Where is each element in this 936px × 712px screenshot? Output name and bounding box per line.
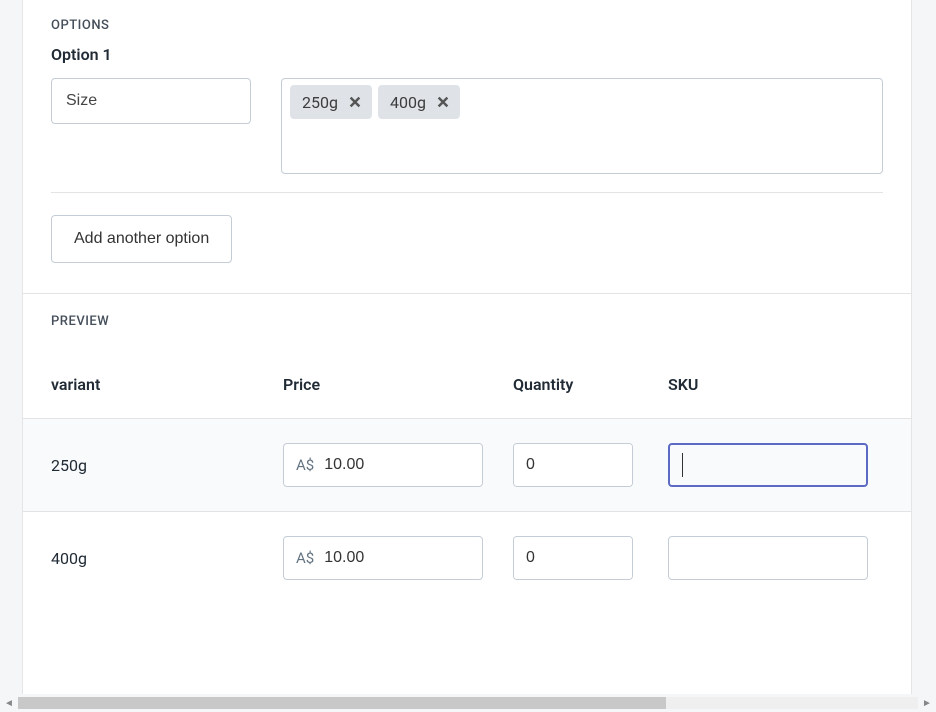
quantity-field[interactable]: [514, 537, 633, 579]
variant-name: 250g: [51, 456, 283, 475]
option-name-input[interactable]: [51, 78, 251, 124]
option-1-title: Option 1: [51, 45, 883, 64]
variant-row: 250g A$: [23, 418, 911, 511]
divider: [51, 192, 883, 193]
tag-label: 250g: [302, 93, 338, 112]
option-1-row: 250g 400g: [51, 78, 883, 174]
column-header-quantity: Quantity: [513, 375, 668, 394]
column-header-sku: SKU: [668, 375, 883, 394]
add-another-option-button[interactable]: Add another option: [51, 215, 232, 263]
currency-prefix: A$: [296, 456, 314, 474]
horizontal-scrollbar[interactable]: ◄ ►: [0, 694, 936, 712]
scroll-right-arrow-icon[interactable]: ►: [918, 694, 936, 712]
close-icon[interactable]: [434, 93, 452, 111]
quantity-stepper[interactable]: [513, 443, 633, 487]
scrollbar-track[interactable]: [18, 697, 918, 709]
price-value-field[interactable]: [324, 549, 531, 567]
scroll-left-arrow-icon[interactable]: ◄: [0, 694, 18, 712]
tag-label: 400g: [390, 93, 426, 112]
variants-panel: OPTIONS Option 1 250g 400g Add another op…: [22, 0, 912, 712]
divider: [23, 293, 911, 294]
options-heading: OPTIONS: [51, 18, 883, 33]
sku-input[interactable]: [668, 443, 868, 487]
option-values-input[interactable]: 250g 400g: [281, 78, 883, 174]
column-header-variant: variant: [51, 375, 283, 394]
close-icon[interactable]: [346, 93, 364, 111]
preview-column-headers: variant Price Quantity SKU: [23, 375, 911, 418]
price-input[interactable]: A$: [283, 536, 483, 580]
scrollbar-thumb[interactable]: [18, 697, 666, 709]
quantity-field[interactable]: [514, 444, 633, 486]
variant-row: 400g A$: [23, 511, 911, 604]
text-cursor: [682, 453, 683, 477]
option-value-tag: 250g: [290, 85, 372, 119]
price-input[interactable]: A$: [283, 443, 483, 487]
price-value-field[interactable]: [324, 456, 531, 474]
variant-name: 400g: [51, 549, 283, 568]
option-value-tag: 400g: [378, 85, 460, 119]
preview-heading: PREVIEW: [23, 314, 911, 329]
column-header-price: Price: [283, 375, 513, 394]
sku-input[interactable]: [668, 536, 868, 580]
quantity-stepper[interactable]: [513, 536, 633, 580]
scroll-container: OPTIONS Option 1 250g 400g Add another op…: [0, 0, 936, 712]
currency-prefix: A$: [296, 549, 314, 567]
